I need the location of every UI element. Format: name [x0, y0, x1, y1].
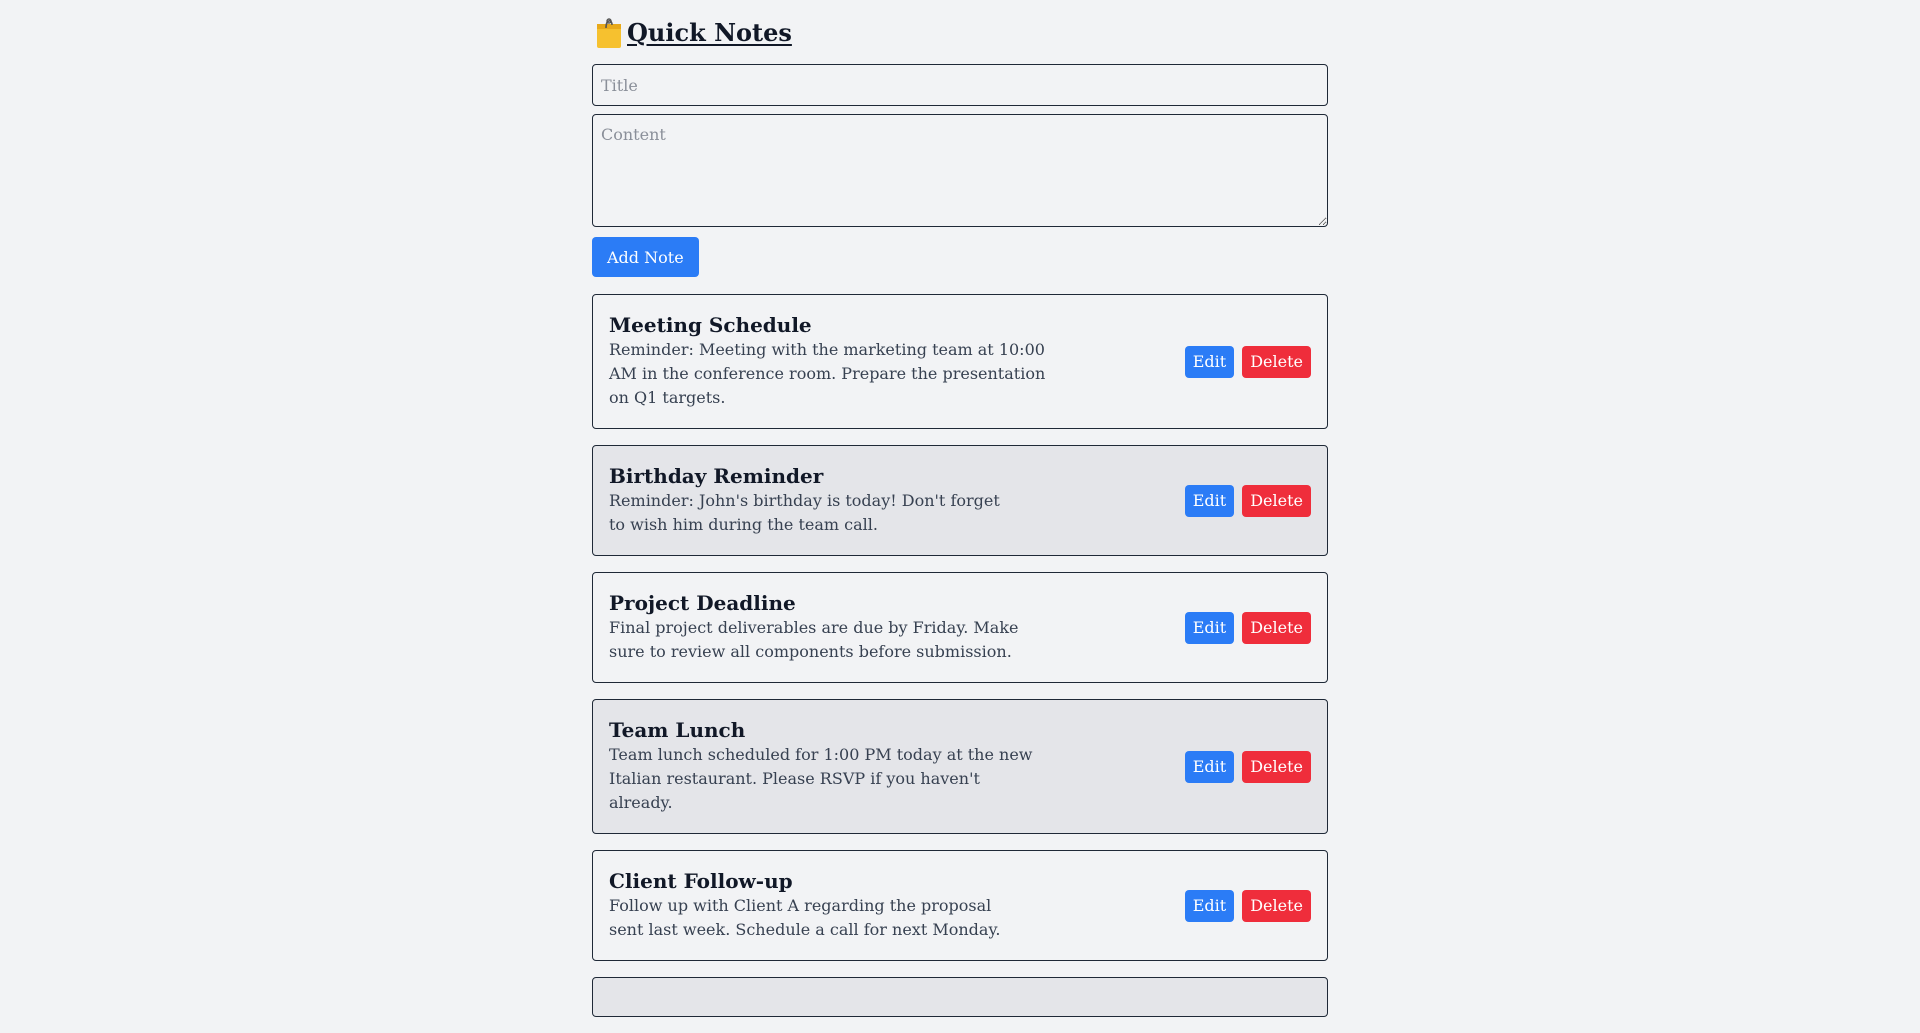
delete-button[interactable]: Delete [1242, 750, 1311, 783]
delete-button[interactable]: Delete [1242, 889, 1311, 922]
note-title: Meeting Schedule [609, 313, 812, 337]
add-note-button[interactable]: Add Note [592, 237, 699, 277]
edit-button[interactable]: Edit [1184, 345, 1235, 378]
edit-button[interactable]: Edit [1184, 889, 1235, 922]
note-text: Birthday Reminder Reminder: John's birth… [609, 464, 1009, 537]
delete-button[interactable]: Delete [1242, 611, 1311, 644]
note-card: Project Deadline Final project deliverab… [592, 572, 1328, 683]
note-content: Final project deliverables are due by Fr… [609, 618, 1019, 661]
page-title: Quick Notes [627, 17, 792, 47]
notes-app: Quick Notes Add Note Meeting Schedule Re… [592, 0, 1328, 1033]
note-actions: Edit Delete [1184, 889, 1311, 922]
note-title: Team Lunch [609, 718, 746, 742]
note-title: Birthday Reminder [609, 464, 824, 488]
note-card: Birthday Reminder Reminder: John's birth… [592, 445, 1328, 556]
edit-button[interactable]: Edit [1184, 484, 1235, 517]
note-content: Reminder: Meeting with the marketing tea… [609, 340, 1046, 407]
title-input[interactable] [592, 64, 1328, 106]
note-text: Team Lunch Team lunch scheduled for 1:00… [609, 718, 1034, 815]
note-content: Follow up with Client A regarding the pr… [609, 896, 1001, 939]
memo-icon [592, 16, 626, 50]
delete-button[interactable]: Delete [1242, 484, 1311, 517]
delete-button[interactable]: Delete [1242, 345, 1311, 378]
notes-list: Meeting Schedule Reminder: Meeting with … [592, 294, 1328, 1017]
note-actions: Edit Delete [1184, 750, 1311, 783]
note-content: Reminder: John's birthday is today! Don'… [609, 491, 1000, 534]
edit-button[interactable]: Edit [1184, 750, 1235, 783]
note-card: Meeting Schedule Reminder: Meeting with … [592, 294, 1328, 429]
note-text: Client Follow-up Follow up with Client A… [609, 869, 1019, 942]
note-card: Team Lunch Team lunch scheduled for 1:00… [592, 699, 1328, 834]
header: Quick Notes [592, 0, 1328, 64]
note-actions: Edit Delete [1184, 611, 1311, 644]
note-actions: Edit Delete [1184, 484, 1311, 517]
content-input[interactable] [592, 114, 1328, 227]
note-actions: Edit Delete [1184, 345, 1311, 378]
note-card: Client Follow-up Follow up with Client A… [592, 850, 1328, 961]
note-title: Project Deadline [609, 591, 796, 615]
note-card [592, 977, 1328, 1017]
note-text: Project Deadline Final project deliverab… [609, 591, 1034, 664]
note-title: Client Follow-up [609, 869, 793, 893]
note-text: Meeting Schedule Reminder: Meeting with … [609, 313, 1049, 410]
note-content: Team lunch scheduled for 1:00 PM today a… [609, 745, 1033, 812]
edit-button[interactable]: Edit [1184, 611, 1235, 644]
